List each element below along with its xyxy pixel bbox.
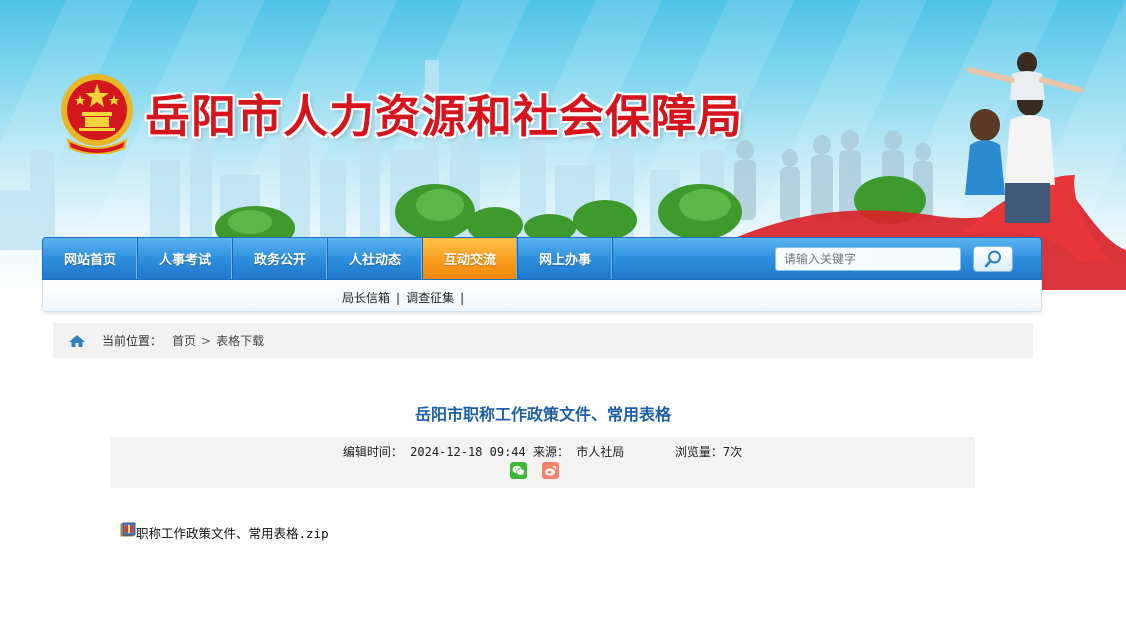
views-label: 浏览量： [674,445,723,459]
national-emblem-icon [61,74,133,154]
zip-file-icon [120,522,136,536]
breadcrumb-home[interactable]: 首页 [172,332,196,349]
nav-item-government-affairs[interactable]: 政务公开 [233,238,328,279]
share-wechat-button[interactable] [510,462,527,479]
search-input[interactable] [775,247,961,271]
sub-nav: 局长信箱 | 调查征集 | [42,280,1042,312]
article-meta: 编辑时间： 2024-12-18 09:44 来源： 市人社局 浏览量：7次 [110,437,975,488]
meta-line: 编辑时间： 2024-12-18 09:44 来源： 市人社局 浏览量：7次 [110,443,975,460]
edit-time: 2024-12-18 09:44 [410,445,526,459]
subnav-separator: | [396,291,401,305]
subnav-separator: | [460,291,465,305]
wechat-icon [512,465,525,476]
attachment-filename: 职称工作政策文件、常用表格.zip [136,526,329,541]
subnav-link-director-mailbox[interactable]: 局长信箱 [342,291,390,305]
views: 7次 [722,445,743,459]
search-button[interactable] [973,246,1013,272]
main-nav: 网站首页 人事考试 政务公开 人社动态 互动交流 网上办事 [42,237,1042,280]
breadcrumb: 当前位置： 首页 > 表格下载 [53,323,1033,358]
source-label: 来源： [532,445,569,459]
site-title: 岳阳市人力资源和社会保障局 [145,90,744,143]
subnav-link-survey[interactable]: 调查征集 [406,291,454,305]
source: 市人社局 [576,445,625,459]
breadcrumb-label: 当前位置： [102,334,163,348]
nav-item-online-services[interactable]: 网上办事 [518,238,613,279]
nav-item-home[interactable]: 网站首页 [43,238,138,279]
nav-item-personnel-exam[interactable]: 人事考试 [138,238,233,279]
attachment-link[interactable]: 职称工作政策文件、常用表格.zip [120,522,329,542]
breadcrumb-separator: > [201,333,212,348]
share-weibo-button[interactable] [542,462,559,479]
weibo-icon [545,465,557,476]
article-title: 岳阳市职称工作政策文件、常用表格 [414,405,671,424]
nav-item-news[interactable]: 人社动态 [328,238,423,279]
home-icon [69,334,85,347]
nav-item-interaction[interactable]: 互动交流 [423,238,518,279]
breadcrumb-current[interactable]: 表格下载 [216,332,264,349]
search-icon [984,250,1001,268]
edit-time-label: 编辑时间： [342,445,403,459]
